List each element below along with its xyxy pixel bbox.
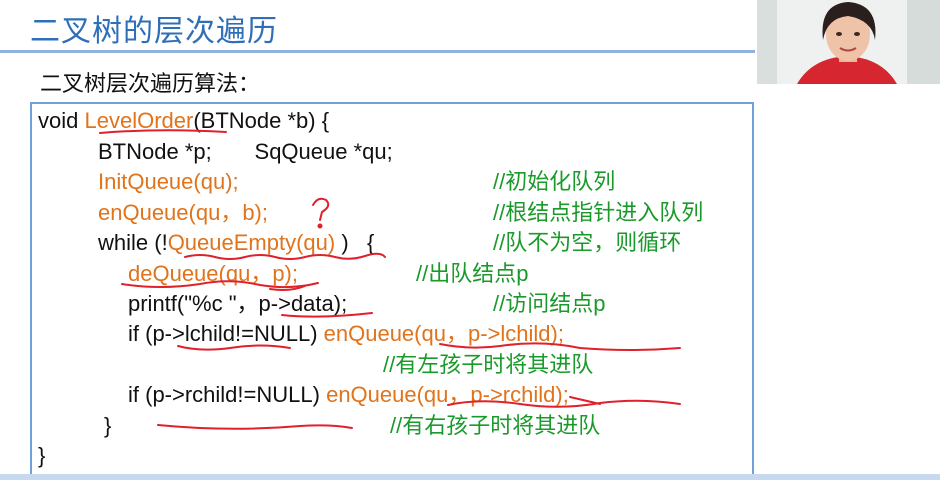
- bottom-strip: [0, 474, 940, 480]
- code-text: (BTNode *b) {: [193, 108, 330, 133]
- comment-line-9: //有左孩子时将其进队: [383, 352, 594, 377]
- code-line-10: if (p->rchild!=NULL) enQueue(qu，p->rchil…: [128, 382, 569, 408]
- code-line-5: while (!QueueEmpty(qu) ) {: [98, 230, 374, 256]
- code-line-11: }: [104, 413, 112, 438]
- presenter-video-icon: [757, 0, 940, 84]
- code-line-1: void LevelOrder(BTNode *b) {: [38, 108, 329, 134]
- function-name: QueueEmpty(qu): [167, 230, 336, 255]
- code-line-2: BTNode *p; SqQueue *qu;: [98, 139, 393, 164]
- comment-line-4: //根结点指针进入队列: [493, 200, 704, 225]
- code-line-3: InitQueue(qu);: [98, 169, 239, 194]
- function-name: LevelOrder: [84, 108, 194, 133]
- slide-title: 二叉树的层次遍历: [30, 14, 278, 49]
- presenter-webcam: [757, 0, 940, 84]
- code-text: if (p->lchild!=NULL): [128, 321, 324, 346]
- code-text: void: [38, 108, 85, 133]
- slide-subtitle: 二叉树层次遍历算法：: [40, 72, 261, 97]
- comment-line-6: //出队结点p: [416, 261, 529, 286]
- code-line-12: }: [38, 443, 46, 468]
- function-call: enQueue(qu，p->rchild);: [326, 382, 569, 407]
- comment-line-3: //初始化队列: [493, 169, 616, 194]
- code-line-7: printf("%c "，p->data);: [128, 291, 348, 316]
- comment-line-5: //队不为空，则循环: [493, 230, 682, 255]
- comment-line-7: //访问结点p: [493, 291, 606, 316]
- code-text: while (!: [98, 230, 168, 255]
- code-line-6: deQueue(qu，p);: [128, 261, 298, 286]
- code-text: ) {: [335, 230, 375, 255]
- code-text: if (p->rchild!=NULL): [128, 382, 327, 407]
- function-call: enQueue(qu，p->lchild);: [323, 321, 564, 346]
- code-line-4: enQueue(qu，b);: [98, 200, 268, 225]
- title-underline: [0, 50, 755, 53]
- code-line-8: if (p->lchild!=NULL) enQueue(qu，p->lchil…: [128, 321, 564, 347]
- comment-line-11: //有右孩子时将其进队: [390, 413, 601, 438]
